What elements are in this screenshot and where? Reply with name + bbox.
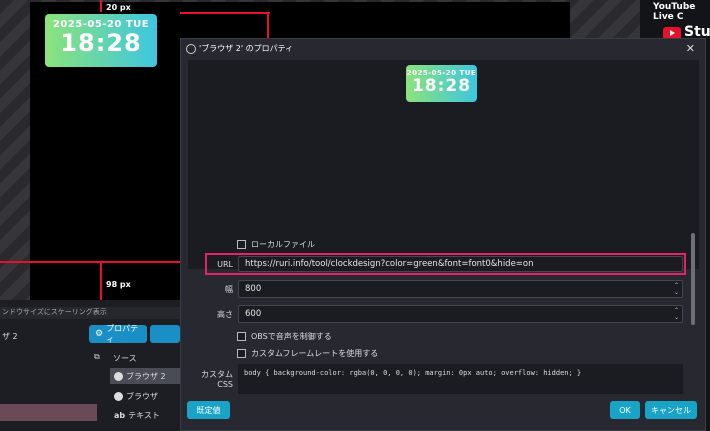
source-label: ブラウザ 2: [126, 371, 166, 381]
height-stepper-icon[interactable]: ⌃ ⌄: [674, 307, 679, 321]
source-item-text[interactable]: ab テキスト: [110, 407, 180, 423]
url-label: URL: [217, 260, 233, 269]
width-label: 幅: [225, 285, 233, 294]
browser-source-icon: [114, 371, 123, 381]
sources-dock-icon: ⧉: [94, 352, 100, 361]
source-item-browser-2[interactable]: ブラウザ 2: [110, 368, 180, 384]
audio-control-checkbox[interactable]: [237, 332, 246, 341]
browser-source-icon: [114, 391, 123, 401]
preview-clock-widget: 2025-05-20 TUE 18:28: [406, 65, 477, 102]
custom-css-label: カスタム CSS: [201, 370, 233, 389]
properties-button[interactable]: ⚙ プロパティ: [89, 324, 147, 344]
guide-label-top: 20 px: [106, 3, 131, 12]
guide-label-bottom: 98 px: [106, 280, 131, 289]
preview-clock-time: 18:28: [411, 76, 472, 96]
text-source-icon: ab: [114, 410, 126, 420]
properties-dialog: 'ブラウザ 2' のプロパティ ✕ 2025-05-20 TUE 18:28 ロ…: [180, 38, 706, 431]
width-spinbox[interactable]: 800 ⌃ ⌄: [238, 280, 683, 298]
source-label: ブラウザ: [126, 391, 158, 401]
properties-button-label: プロパティ: [106, 324, 139, 344]
width-value: 800: [245, 284, 262, 294]
dialog-preview: 2025-05-20 TUE 18:28: [188, 60, 699, 269]
guide-line-bottom: [100, 261, 102, 300]
custom-framerate-label: カスタムフレームレートを使用する: [251, 349, 379, 358]
custom-framerate-checkbox[interactable]: [237, 349, 246, 358]
close-icon[interactable]: ✕: [686, 42, 695, 55]
source-label: テキスト: [128, 410, 160, 420]
height-label: 高さ: [217, 310, 233, 319]
status-strip: ンドウサイズにスケーリング表示: [0, 307, 180, 319]
guide-line-right: [180, 12, 270, 14]
guide-line-top: [100, 0, 102, 12]
scaling-status-text: ンドウサイズにスケーリング表示: [2, 308, 107, 316]
custom-framerate-row[interactable]: カスタムフレームレートを使用する: [237, 348, 378, 359]
url-input[interactable]: https://ruri.info/tool/clockdesign?color…: [238, 256, 683, 272]
height-value: 600: [245, 309, 262, 319]
clock-widget[interactable]: 2025-05-20 TUE 18:28: [45, 14, 157, 67]
height-spinbox[interactable]: 600 ⌃ ⌄: [238, 305, 683, 323]
gear-icon: ⚙: [95, 329, 104, 339]
dialog-titlebar: 'ブラウザ 2' のプロパティ ✕: [181, 39, 705, 58]
scene-list-selected[interactable]: [0, 404, 97, 421]
dialog-title: 'ブラウザ 2' のプロパティ: [199, 44, 294, 53]
local-file-checkbox[interactable]: [237, 240, 246, 249]
obs-icon: [186, 43, 196, 54]
local-file-label: ローカルファイル: [251, 240, 315, 249]
custom-css-textarea[interactable]: body { background-color: rgba(0, 0, 0, 0…: [238, 364, 683, 394]
filters-button[interactable]: [150, 325, 180, 343]
scene-name: ザ 2: [2, 332, 18, 341]
audio-control-label: OBSで音声を制御する: [251, 332, 332, 341]
youtube-live-title: YouTube Live C: [653, 2, 696, 22]
source-item-browser[interactable]: ブラウザ: [110, 388, 180, 404]
guide-line-left: [0, 261, 180, 263]
cancel-button[interactable]: キャンセル: [645, 401, 697, 419]
audio-control-row[interactable]: OBSで音声を制御する: [237, 331, 332, 342]
clock-time: 18:28: [60, 29, 142, 57]
local-file-row[interactable]: ローカルファイル: [237, 239, 315, 250]
properties-scrollbar[interactable]: [691, 233, 695, 325]
defaults-button[interactable]: 既定値: [187, 401, 230, 419]
sources-header: ソース: [113, 354, 137, 363]
width-stepper-icon[interactable]: ⌃ ⌄: [674, 282, 679, 296]
ok-button[interactable]: OK: [610, 401, 640, 419]
